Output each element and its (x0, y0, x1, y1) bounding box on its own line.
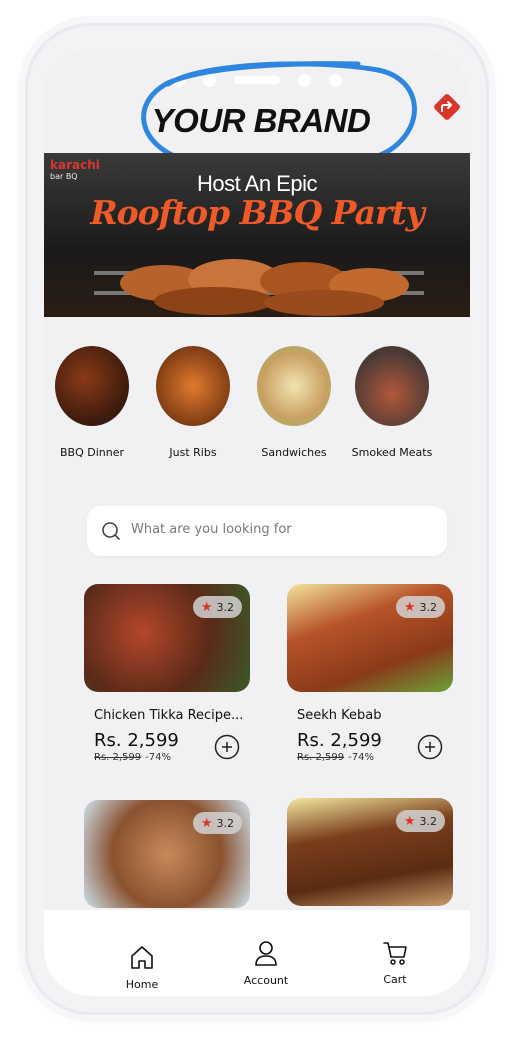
product-old-price: Rs. 2,599 -74% (94, 752, 171, 763)
tab-label: Account (243, 974, 289, 987)
sandwich-image (257, 346, 331, 426)
rating-value: 3.2 (216, 816, 235, 830)
rating-badge: ★ 3.2 (395, 596, 445, 618)
product-price: Rs. 2,599 (94, 730, 179, 751)
rating-badge: ★ 3.2 (192, 812, 242, 834)
banner-logo-main: karachi (50, 158, 100, 172)
product-card[interactable]: ★ 3.2 Chicken Tikka Recipe... Rs. 2,599 … (84, 584, 250, 763)
product-card[interactable]: ★ 3.2 (287, 798, 453, 906)
notch-dot (298, 73, 311, 87)
star-icon: ★ (403, 599, 416, 615)
discount-value: -74% (145, 752, 171, 763)
ribs-image (156, 346, 230, 426)
cart-icon (383, 942, 407, 965)
promo-banner[interactable]: karachi bar BQ Host An Epic Rooftop BBQ … (44, 153, 470, 317)
category-label: Smoked Meats (351, 446, 433, 459)
category-sandwiches[interactable]: Sandwiches (246, 346, 342, 459)
old-price-value: Rs. 2,599 (94, 752, 142, 763)
tab-account[interactable]: Account (226, 938, 306, 987)
old-price-value: Rs. 2,599 (297, 752, 345, 763)
search-input[interactable]: What are you looking for (131, 522, 292, 537)
star-icon: ★ (403, 813, 416, 829)
account-icon (255, 941, 277, 966)
product-name: Chicken Tikka Recipe... (94, 708, 244, 723)
home-icon (131, 946, 153, 969)
product-old-price: Rs. 2,599 -74% (297, 752, 374, 763)
product-image: ★ 3.2 (287, 584, 453, 692)
search-bar[interactable]: What are you looking for (87, 506, 447, 556)
add-to-cart-icon[interactable] (214, 734, 240, 760)
tab-cart[interactable]: Cart (355, 937, 435, 986)
app-screen: YOUR BRAND karachi bar BQ Host An Epic R… (44, 50, 470, 996)
rating-badge: ★ 3.2 (395, 810, 445, 832)
category-label: BBQ Dinner (59, 446, 124, 459)
rating-badge: ★ 3.2 (192, 596, 242, 618)
product-image: ★ 3.2 (84, 800, 250, 908)
tab-home[interactable]: Home (102, 942, 182, 991)
tab-label: Home (125, 978, 159, 991)
share-icon[interactable] (432, 92, 462, 122)
notch-dot (172, 73, 185, 87)
tab-label: Cart (383, 973, 407, 986)
product-card[interactable]: ★ 3.2 Seekh Kebab Rs. 2,599 Rs. 2,599 -74… (287, 584, 453, 763)
add-to-cart-icon[interactable] (417, 734, 443, 760)
product-card[interactable]: ★ 3.2 (84, 800, 250, 908)
product-price: Rs. 2,599 (297, 730, 382, 751)
notch-dot (329, 73, 342, 87)
category-label: Just Ribs (169, 446, 217, 459)
search-icon (102, 522, 120, 540)
discount-value: -74% (348, 752, 374, 763)
star-icon: ★ (200, 599, 213, 615)
category-label: Sandwiches (261, 446, 327, 459)
category-smoked-meats[interactable]: Smoked Meats (344, 346, 440, 459)
banner-subheadline: Rooftop BBQ Party (90, 193, 425, 232)
phone-frame: YOUR BRAND karachi bar BQ Host An Epic R… (28, 26, 486, 1012)
rating-value: 3.2 (419, 814, 438, 828)
product-image: ★ 3.2 (287, 798, 453, 906)
bbq-dinner-image (55, 346, 129, 426)
notch-speaker (234, 76, 280, 84)
bottom-tab-bar: Home Account Cart (44, 910, 470, 996)
smoked-meat-image (355, 346, 429, 426)
category-just-ribs[interactable]: Just Ribs (145, 346, 241, 459)
brand-title: YOUR BRAND (151, 102, 371, 139)
rating-value: 3.2 (216, 600, 235, 614)
category-row: BBQ Dinner Just Ribs Sandwiches Smoked M… (44, 346, 470, 462)
status-notch (44, 72, 470, 88)
product-name: Seekh Kebab (297, 708, 382, 723)
category-bbq-dinner[interactable]: BBQ Dinner (44, 346, 140, 459)
notch-dot (203, 73, 216, 87)
banner-grill-image (94, 259, 424, 316)
star-icon: ★ (200, 815, 213, 831)
product-image: ★ 3.2 (84, 584, 250, 692)
rating-value: 3.2 (419, 600, 438, 614)
